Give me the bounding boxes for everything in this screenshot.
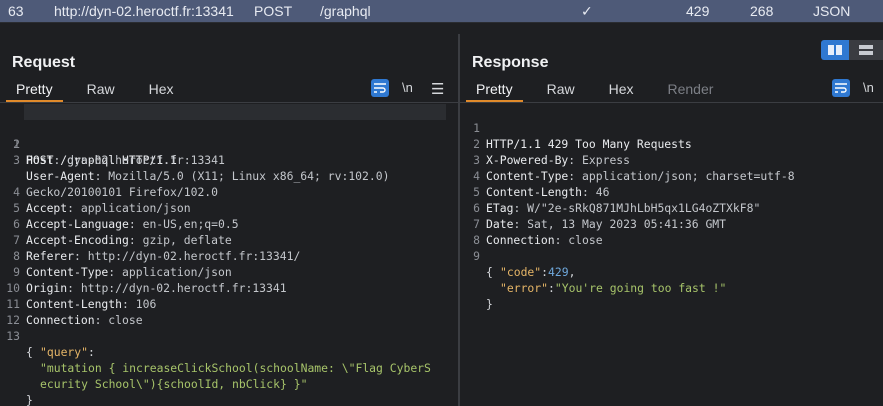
response-tab-pretty[interactable]: Pretty bbox=[466, 80, 523, 102]
response-title: Response bbox=[472, 54, 549, 71]
request-editor[interactable]: 1 POST /graphql HTTP/1.1 2 Host: dyn-02.… bbox=[0, 104, 458, 406]
request-line: 8 Content-Type: application/json bbox=[13, 249, 232, 279]
history-length: 268 bbox=[750, 3, 774, 19]
request-tabs-divider bbox=[0, 102, 458, 103]
response-line: 6 Date: Sat, 13 May 2023 05:41:36 GMT bbox=[473, 201, 727, 231]
response-line: 9 { bbox=[473, 249, 493, 279]
response-line: 2 X-Powered-By: Express bbox=[473, 137, 631, 167]
response-line: 5 ETag: W/"2e-sRkQ871MJhLbH5qx1LG4oZTXkF… bbox=[473, 185, 761, 215]
request-tab-pretty[interactable]: Pretty bbox=[6, 80, 63, 102]
response-tab-hex[interactable]: Hex bbox=[599, 80, 644, 102]
request-json-line: ecurity School\"){schoolId, nbClick} }" bbox=[40, 377, 308, 391]
show-newlines-button[interactable]: \n bbox=[402, 80, 413, 95]
response-line: 1 HTTP/1.1 429 Too Many Requests bbox=[473, 121, 692, 151]
response-line: 7 Connection: close bbox=[473, 217, 603, 247]
request-tab-hex[interactable]: Hex bbox=[139, 80, 184, 102]
request-json-line: "mutation { increaseClickSchool(schoolNa… bbox=[40, 361, 431, 375]
request-line: 11 Connection: close bbox=[6, 297, 143, 327]
request-line: 10 Content-Length: 106 bbox=[6, 281, 157, 311]
history-url: /graphql bbox=[320, 3, 371, 19]
request-tab-raw[interactable]: Raw bbox=[77, 80, 125, 102]
response-line: 8 bbox=[473, 233, 480, 247]
response-tabs-divider bbox=[460, 102, 883, 103]
request-line: 2 Host: dyn-02.heroctf.fr:13341 bbox=[13, 137, 225, 167]
menu-icon[interactable]: ☰ bbox=[431, 80, 444, 98]
response-json-line: "code":429, bbox=[500, 265, 576, 279]
request-line: 4 Accept: application/json bbox=[13, 185, 191, 215]
history-index: 63 bbox=[8, 3, 24, 19]
show-newlines-button[interactable]: \n bbox=[863, 80, 874, 95]
request-line: 1 POST /graphql HTTP/1.1 bbox=[0, 104, 458, 167]
request-line: 5 Accept-Language: en-US,en;q=0.5 bbox=[13, 201, 239, 231]
history-status: 429 bbox=[686, 3, 710, 19]
request-line: 13 { bbox=[6, 329, 33, 359]
response-json-line: "error":"You're going too fast !" bbox=[500, 281, 727, 295]
wrap-lines-icon[interactable] bbox=[371, 79, 389, 97]
request-line: Gecko/20100101 Firefox/102.0 bbox=[26, 185, 219, 199]
response-line: 4 Content-Length: 46 bbox=[473, 169, 610, 199]
response-editor[interactable]: 1 HTTP/1.1 429 Too Many Requests 2 X-Pow… bbox=[460, 104, 883, 311]
response-json-line: } bbox=[486, 297, 493, 311]
request-line: 3 User-Agent: Mozilla/5.0 (X11; Linux x8… bbox=[13, 153, 390, 183]
history-host: http://dyn-02.heroctf.fr:13341 bbox=[54, 3, 234, 19]
response-tabs: Pretty Raw Hex Render bbox=[466, 80, 737, 102]
request-line: 12 bbox=[6, 313, 20, 327]
history-row-selected[interactable]: 63 http://dyn-02.heroctf.fr:13341 POST /… bbox=[0, 0, 883, 23]
request-line: 6 Accept-Encoding: gzip, deflate bbox=[13, 217, 232, 247]
request-json-line: } bbox=[26, 393, 33, 406]
response-line: 3 Content-Type: application/json; charse… bbox=[473, 153, 795, 183]
history-edited-check: ✓ bbox=[581, 3, 593, 19]
history-mime: JSON bbox=[813, 3, 851, 19]
request-line: 9 Origin: http://dyn-02.heroctf.fr:13341 bbox=[13, 265, 287, 295]
response-tab-render[interactable]: Render bbox=[658, 80, 724, 102]
request-pane: Request Pretty Raw Hex \n ☰ 1 POST /grap… bbox=[0, 34, 458, 406]
request-line: 7 Referer: http://dyn-02.heroctf.fr:1334… bbox=[13, 233, 301, 263]
request-json-line: "query": bbox=[40, 345, 95, 359]
history-method: POST bbox=[254, 3, 293, 19]
request-title: Request bbox=[12, 54, 76, 71]
response-pane: Response Pretty Raw Hex Render \n 1 HTTP… bbox=[460, 34, 883, 406]
request-tabs: Pretty Raw Hex bbox=[6, 80, 198, 102]
wrap-lines-icon[interactable] bbox=[832, 79, 850, 97]
response-tab-raw[interactable]: Raw bbox=[537, 80, 585, 102]
